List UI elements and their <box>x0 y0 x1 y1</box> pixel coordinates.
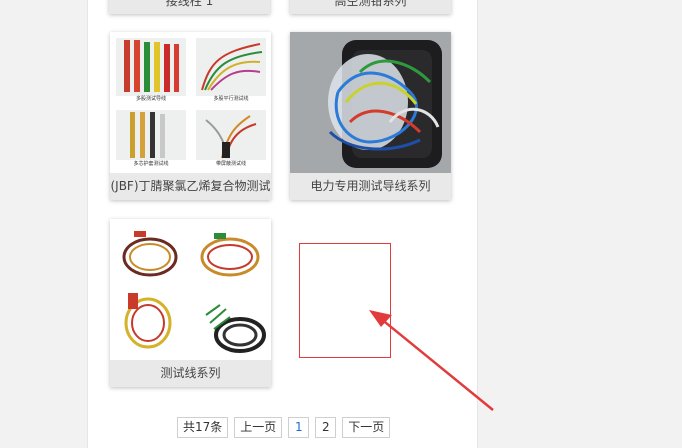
product-card[interactable]: 电力专用测试导线系列 <box>290 32 451 200</box>
product-image[interactable]: 多股测试导线 多股平行测试线 多芯护套测试线 带屏蔽测试线 <box>110 32 271 173</box>
product-caption: 高空测钳系列 <box>290 0 451 14</box>
sub-label: 多芯护套测试线 <box>133 161 169 167</box>
page-2-button[interactable]: 2 <box>315 417 337 438</box>
annotation-box <box>299 243 391 358</box>
product-caption: 接线柱 1 <box>109 0 270 14</box>
sub-label: 多股平行测试线 <box>213 96 249 102</box>
product-card[interactable]: 高空测钳系列 <box>290 0 451 14</box>
cable-bag-image <box>290 32 451 173</box>
product-caption[interactable]: 电力专用测试导线系列 <box>290 173 451 200</box>
product-card[interactable]: 接线柱 1 <box>109 0 270 14</box>
product-image[interactable] <box>110 219 271 360</box>
total-count: 共17条 <box>177 417 229 438</box>
sub-label: 多股测试导线 <box>135 96 166 102</box>
product-caption[interactable]: (JBF)丁腈聚氯乙烯复合物测试 <box>110 173 271 200</box>
prev-page-button[interactable]: 上一页 <box>234 417 283 438</box>
page-1-button[interactable]: 1 <box>288 417 310 438</box>
product-card[interactable]: 多股测试导线 多股平行测试线 多芯护套测试线 带屏蔽测试线 (JBF)丁腈聚氯乙… <box>110 32 271 200</box>
next-page-button[interactable]: 下一页 <box>342 417 391 438</box>
wire-collage-image <box>110 32 271 173</box>
product-image[interactable] <box>290 32 451 173</box>
product-caption[interactable]: 测试线系列 <box>110 360 271 387</box>
pagination: 共17条 上一页 1 2 下一页 <box>177 417 391 438</box>
product-card[interactable]: 测试线系列 <box>110 219 271 387</box>
test-lead-image <box>110 219 271 360</box>
sub-label: 带屏蔽测试线 <box>215 161 246 167</box>
